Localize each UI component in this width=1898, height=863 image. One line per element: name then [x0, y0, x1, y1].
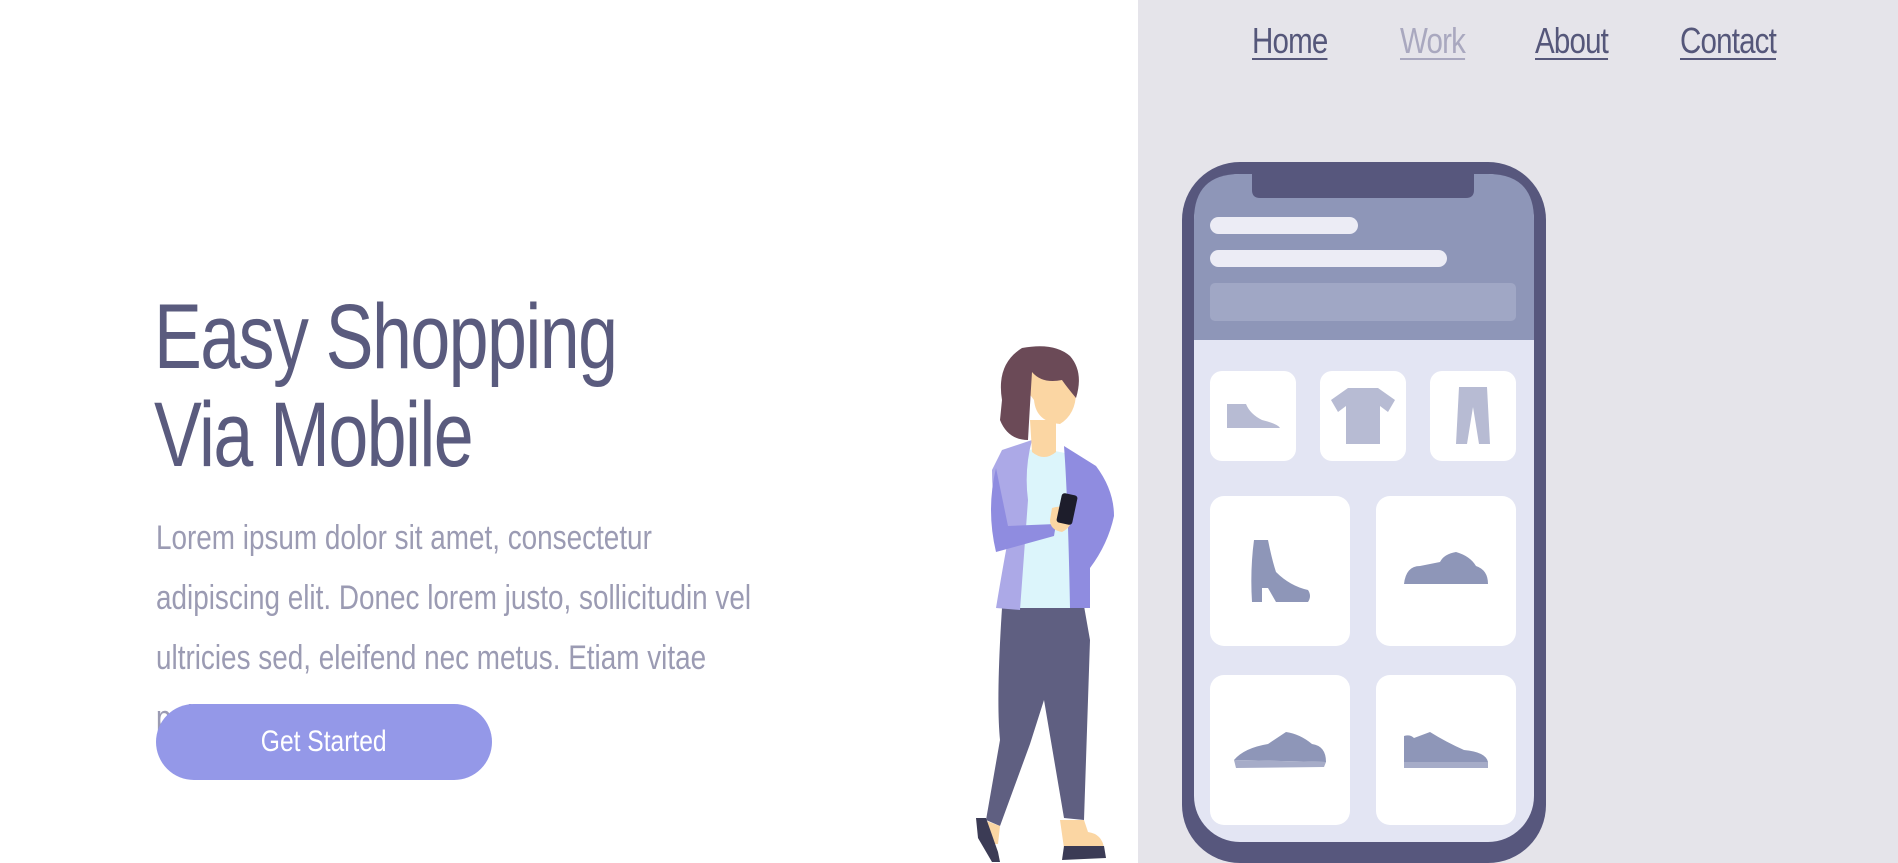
get-started-label: Get Started	[261, 725, 387, 758]
hair	[1000, 346, 1079, 440]
woman-illustration	[976, 346, 1114, 862]
hero-title-line2: Via Mobile	[154, 384, 474, 486]
hero-title-line1: Easy Shopping	[154, 286, 618, 388]
nav-contact[interactable]: Contact	[1680, 20, 1777, 62]
right-panel	[1138, 0, 1898, 863]
nav-about[interactable]: About	[1535, 20, 1609, 62]
phone-icon	[1056, 493, 1078, 525]
get-started-button[interactable]: Get Started	[156, 704, 492, 780]
main-nav: Home Work About Contact	[1252, 20, 1798, 80]
nav-home[interactable]: Home	[1252, 20, 1328, 62]
hero-title: Easy Shopping Via Mobile	[154, 286, 618, 486]
shoe-icon	[1062, 846, 1106, 860]
nav-work[interactable]: Work	[1400, 20, 1466, 62]
